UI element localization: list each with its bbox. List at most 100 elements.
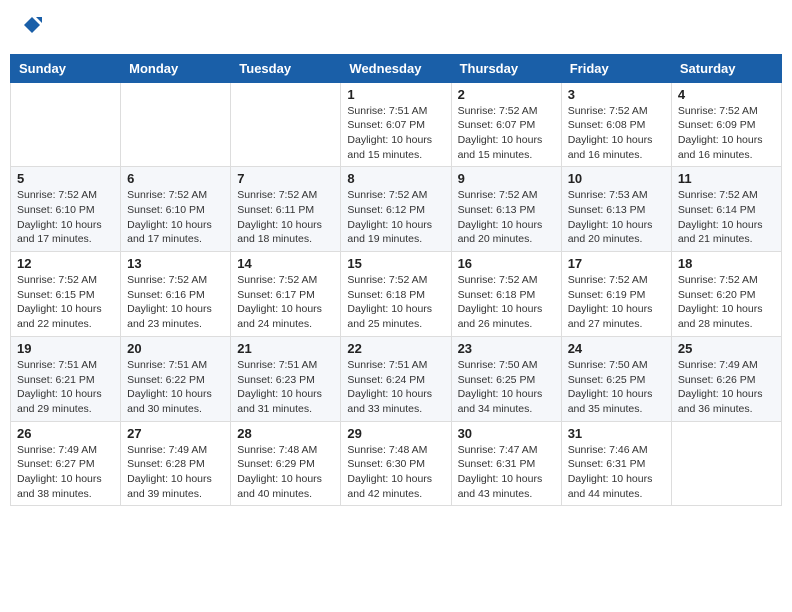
- day-info: Sunrise: 7:52 AM Sunset: 6:12 PM Dayligh…: [347, 188, 444, 247]
- calendar-cell: 14 Sunrise: 7:52 AM Sunset: 6:17 PM Dayli…: [231, 252, 341, 337]
- weekday-header-monday: Monday: [121, 54, 231, 82]
- day-info: Sunrise: 7:51 AM Sunset: 6:22 PM Dayligh…: [127, 358, 224, 417]
- day-number: 15: [347, 256, 444, 271]
- calendar-cell: [11, 82, 121, 167]
- day-info: Sunrise: 7:52 AM Sunset: 6:16 PM Dayligh…: [127, 273, 224, 332]
- day-info: Sunrise: 7:52 AM Sunset: 6:15 PM Dayligh…: [17, 273, 114, 332]
- calendar-cell: 29 Sunrise: 7:48 AM Sunset: 6:30 PM Dayli…: [341, 421, 451, 506]
- day-info: Sunrise: 7:48 AM Sunset: 6:29 PM Dayligh…: [237, 443, 334, 502]
- calendar-cell: 4Sunrise: 7:52 AM Sunset: 6:09 PM Daylig…: [671, 82, 781, 167]
- day-info: Sunrise: 7:51 AM Sunset: 6:24 PM Dayligh…: [347, 358, 444, 417]
- day-number: 20: [127, 341, 224, 356]
- calendar-cell: 16Sunrise: 7:52 AM Sunset: 6:18 PM Dayli…: [451, 252, 561, 337]
- weekday-header-tuesday: Tuesday: [231, 54, 341, 82]
- day-info: Sunrise: 7:52 AM Sunset: 6:20 PM Dayligh…: [678, 273, 775, 332]
- calendar-cell: 3 Sunrise: 7:52 AM Sunset: 6:08 PM Daylig…: [561, 82, 671, 167]
- day-info: Sunrise: 7:51 AM Sunset: 6:21 PM Dayligh…: [17, 358, 114, 417]
- calendar-cell: 2Sunrise: 7:52 AM Sunset: 6:07 PM Daylig…: [451, 82, 561, 167]
- calendar-week-row: 12 Sunrise: 7:52 AM Sunset: 6:15 PM Dayli…: [11, 252, 782, 337]
- day-info: Sunrise: 7:53 AM Sunset: 6:13 PM Dayligh…: [568, 188, 665, 247]
- calendar-week-row: 5Sunrise: 7:52 AM Sunset: 6:10 PM Daylig…: [11, 167, 782, 252]
- day-number: 30: [458, 426, 555, 441]
- day-number: 3: [568, 87, 665, 102]
- calendar-week-row: 1 Sunrise: 7:51 AM Sunset: 6:07 PM Daylig…: [11, 82, 782, 167]
- calendar-cell: [671, 421, 781, 506]
- calendar-cell: 1 Sunrise: 7:51 AM Sunset: 6:07 PM Daylig…: [341, 82, 451, 167]
- calendar-cell: 31Sunrise: 7:46 AM Sunset: 6:31 PM Dayli…: [561, 421, 671, 506]
- day-info: Sunrise: 7:50 AM Sunset: 6:25 PM Dayligh…: [458, 358, 555, 417]
- day-info: Sunrise: 7:52 AM Sunset: 6:11 PM Dayligh…: [237, 188, 334, 247]
- calendar-table: SundayMondayTuesdayWednesdayThursdayFrid…: [10, 54, 782, 507]
- day-number: 16: [458, 256, 555, 271]
- calendar-cell: 17 Sunrise: 7:52 AM Sunset: 6:19 PM Dayli…: [561, 252, 671, 337]
- day-info: Sunrise: 7:52 AM Sunset: 6:07 PM Dayligh…: [458, 104, 555, 163]
- day-number: 23: [458, 341, 555, 356]
- logo: [20, 15, 42, 41]
- calendar-cell: 26Sunrise: 7:49 AM Sunset: 6:27 PM Dayli…: [11, 421, 121, 506]
- day-number: 1: [347, 87, 444, 102]
- calendar-header-row: SundayMondayTuesdayWednesdayThursdayFrid…: [11, 54, 782, 82]
- weekday-header-sunday: Sunday: [11, 54, 121, 82]
- calendar-week-row: 26Sunrise: 7:49 AM Sunset: 6:27 PM Dayli…: [11, 421, 782, 506]
- day-number: 22: [347, 341, 444, 356]
- day-number: 31: [568, 426, 665, 441]
- day-info: Sunrise: 7:52 AM Sunset: 6:13 PM Dayligh…: [458, 188, 555, 247]
- day-info: Sunrise: 7:49 AM Sunset: 6:26 PM Dayligh…: [678, 358, 775, 417]
- calendar-cell: [121, 82, 231, 167]
- day-number: 26: [17, 426, 114, 441]
- day-number: 19: [17, 341, 114, 356]
- day-number: 29: [347, 426, 444, 441]
- day-info: Sunrise: 7:49 AM Sunset: 6:28 PM Dayligh…: [127, 443, 224, 502]
- calendar-cell: [231, 82, 341, 167]
- day-number: 6: [127, 171, 224, 186]
- calendar-cell: 11 Sunrise: 7:52 AM Sunset: 6:14 PM Dayli…: [671, 167, 781, 252]
- day-number: 9: [458, 171, 555, 186]
- day-number: 27: [127, 426, 224, 441]
- calendar-cell: 18Sunrise: 7:52 AM Sunset: 6:20 PM Dayli…: [671, 252, 781, 337]
- calendar-body: 1 Sunrise: 7:51 AM Sunset: 6:07 PM Daylig…: [11, 82, 782, 506]
- page-header: [10, 10, 782, 46]
- day-number: 25: [678, 341, 775, 356]
- calendar-cell: 19 Sunrise: 7:51 AM Sunset: 6:21 PM Dayli…: [11, 336, 121, 421]
- calendar-cell: 9 Sunrise: 7:52 AM Sunset: 6:13 PM Daylig…: [451, 167, 561, 252]
- day-info: Sunrise: 7:52 AM Sunset: 6:08 PM Dayligh…: [568, 104, 665, 163]
- weekday-header-friday: Friday: [561, 54, 671, 82]
- calendar-cell: 24Sunrise: 7:50 AM Sunset: 6:25 PM Dayli…: [561, 336, 671, 421]
- logo-icon: [22, 15, 42, 35]
- day-info: Sunrise: 7:51 AM Sunset: 6:07 PM Dayligh…: [347, 104, 444, 163]
- day-number: 8: [347, 171, 444, 186]
- day-number: 14: [237, 256, 334, 271]
- weekday-header-wednesday: Wednesday: [341, 54, 451, 82]
- day-number: 28: [237, 426, 334, 441]
- calendar-cell: 20 Sunrise: 7:51 AM Sunset: 6:22 PM Dayli…: [121, 336, 231, 421]
- day-info: Sunrise: 7:47 AM Sunset: 6:31 PM Dayligh…: [458, 443, 555, 502]
- day-info: Sunrise: 7:52 AM Sunset: 6:14 PM Dayligh…: [678, 188, 775, 247]
- calendar-week-row: 19 Sunrise: 7:51 AM Sunset: 6:21 PM Dayli…: [11, 336, 782, 421]
- calendar-cell: 12 Sunrise: 7:52 AM Sunset: 6:15 PM Dayli…: [11, 252, 121, 337]
- day-info: Sunrise: 7:52 AM Sunset: 6:17 PM Dayligh…: [237, 273, 334, 332]
- day-number: 13: [127, 256, 224, 271]
- day-number: 11: [678, 171, 775, 186]
- calendar-cell: 28 Sunrise: 7:48 AM Sunset: 6:29 PM Dayli…: [231, 421, 341, 506]
- calendar-cell: 22 Sunrise: 7:51 AM Sunset: 6:24 PM Dayli…: [341, 336, 451, 421]
- day-number: 17: [568, 256, 665, 271]
- calendar-cell: 23 Sunrise: 7:50 AM Sunset: 6:25 PM Dayli…: [451, 336, 561, 421]
- weekday-header-saturday: Saturday: [671, 54, 781, 82]
- calendar-cell: 13 Sunrise: 7:52 AM Sunset: 6:16 PM Dayli…: [121, 252, 231, 337]
- calendar-cell: 8 Sunrise: 7:52 AM Sunset: 6:12 PM Daylig…: [341, 167, 451, 252]
- day-info: Sunrise: 7:52 AM Sunset: 6:19 PM Dayligh…: [568, 273, 665, 332]
- day-info: Sunrise: 7:52 AM Sunset: 6:18 PM Dayligh…: [347, 273, 444, 332]
- day-number: 10: [568, 171, 665, 186]
- day-number: 5: [17, 171, 114, 186]
- calendar-cell: 27 Sunrise: 7:49 AM Sunset: 6:28 PM Dayli…: [121, 421, 231, 506]
- calendar-cell: 30 Sunrise: 7:47 AM Sunset: 6:31 PM Dayli…: [451, 421, 561, 506]
- calendar-cell: 10 Sunrise: 7:53 AM Sunset: 6:13 PM Dayli…: [561, 167, 671, 252]
- day-number: 21: [237, 341, 334, 356]
- calendar-cell: 25 Sunrise: 7:49 AM Sunset: 6:26 PM Dayli…: [671, 336, 781, 421]
- day-info: Sunrise: 7:52 AM Sunset: 6:09 PM Dayligh…: [678, 104, 775, 163]
- day-number: 12: [17, 256, 114, 271]
- calendar-cell: 21Sunrise: 7:51 AM Sunset: 6:23 PM Dayli…: [231, 336, 341, 421]
- calendar-cell: 7 Sunrise: 7:52 AM Sunset: 6:11 PM Daylig…: [231, 167, 341, 252]
- day-info: Sunrise: 7:48 AM Sunset: 6:30 PM Dayligh…: [347, 443, 444, 502]
- day-number: 7: [237, 171, 334, 186]
